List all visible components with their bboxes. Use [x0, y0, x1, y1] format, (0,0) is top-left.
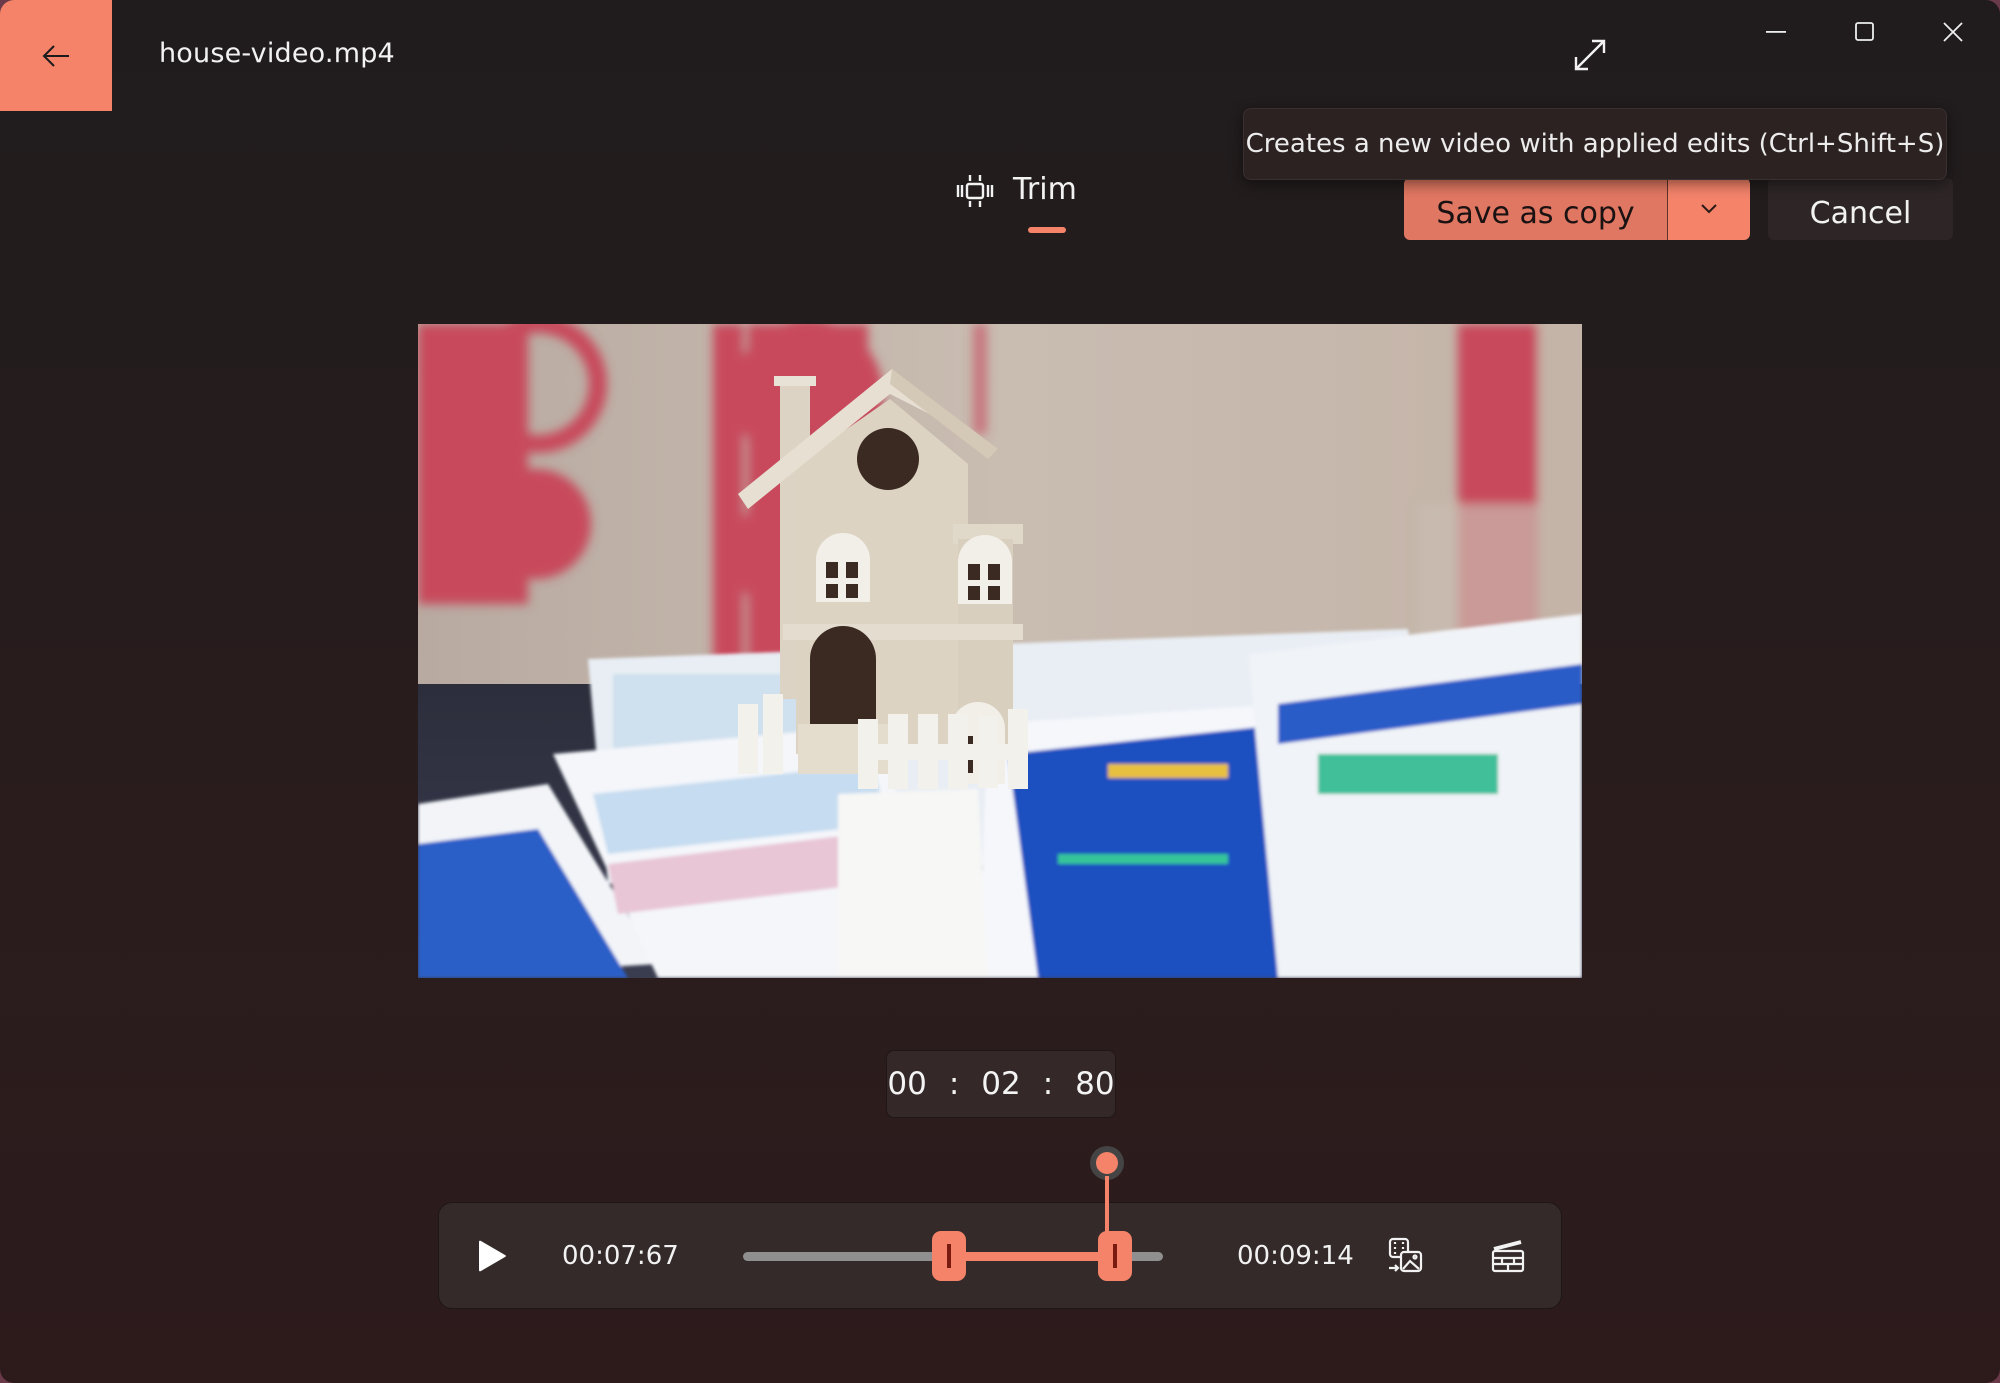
trim-end-time: 00:09:14: [1237, 1241, 1354, 1271]
save-tooltip: Creates a new video with applied edits (…: [1243, 108, 1947, 180]
clapperboard-icon: [1491, 1240, 1525, 1273]
video-preview: [418, 324, 1582, 978]
time-minutes: 02: [981, 1066, 1021, 1102]
clapperboard-button[interactable]: [1483, 1231, 1533, 1281]
save-frame-button[interactable]: [1380, 1231, 1430, 1281]
expand-diagonal-icon: [1574, 39, 1606, 71]
trim-end-handle[interactable]: [1097, 1231, 1132, 1281]
trim-icon: [956, 175, 994, 207]
maximize-icon: [1855, 22, 1874, 41]
tab-active-indicator: [1028, 227, 1066, 233]
save-split-button: Save as copy: [1404, 178, 1750, 240]
chevron-down-icon: [1701, 204, 1717, 214]
playback-controls: 00:07:67 00:09:14: [438, 1202, 1562, 1309]
time-separator: :: [948, 1066, 960, 1102]
save-frame-icon: [1388, 1237, 1423, 1273]
video-frame-image: [418, 324, 1582, 978]
trim-start-handle[interactable]: [931, 1231, 966, 1281]
playhead-handle[interactable]: [1090, 1146, 1125, 1180]
back-button[interactable]: [0, 0, 112, 111]
cancel-button[interactable]: Cancel: [1768, 178, 1953, 240]
close-icon: [1943, 22, 1963, 42]
minimize-icon: [1766, 31, 1786, 33]
tab-trim[interactable]: Trim: [955, 168, 1077, 238]
tab-trim-label: Trim: [1013, 172, 1077, 207]
play-button[interactable]: [469, 1233, 515, 1279]
trim-selected-range: [948, 1252, 1115, 1261]
save-as-copy-button[interactable]: Save as copy: [1404, 178, 1667, 240]
time-separator: :: [1042, 1066, 1054, 1102]
current-time-display[interactable]: 00 : 02 : 80: [886, 1050, 1116, 1118]
arrow-left-icon: [42, 44, 69, 67]
trim-start-time: 00:07:67: [562, 1241, 679, 1271]
close-button[interactable]: [1909, 0, 1997, 64]
time-hours: 00: [887, 1066, 927, 1102]
time-seconds: 80: [1075, 1066, 1115, 1102]
minimize-button[interactable]: [1733, 0, 1821, 64]
app-window: house-video.mp4 Trim Creates a new video…: [0, 0, 2000, 1383]
maximize-button[interactable]: [1821, 0, 1909, 64]
fullscreen-button[interactable]: [1565, 30, 1615, 80]
window-title: house-video.mp4: [159, 38, 395, 69]
save-options-dropdown[interactable]: [1668, 178, 1750, 240]
play-icon: [479, 1240, 506, 1272]
playhead-line: [1105, 1176, 1110, 1256]
